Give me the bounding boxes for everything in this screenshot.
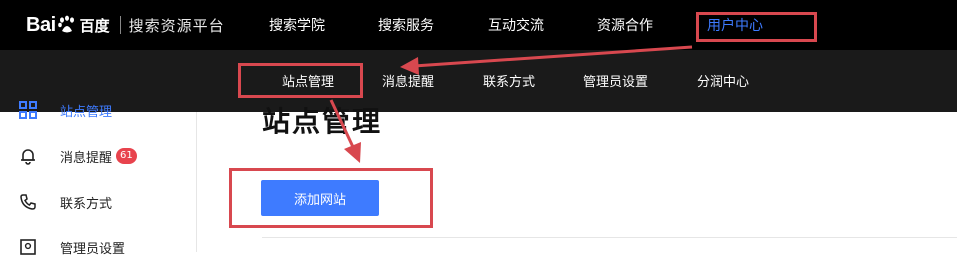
highlight-box-user-center [696,12,817,42]
subnav-contact[interactable]: 联系方式 [483,71,535,90]
sidebar-item-messages[interactable]: 消息提醒 61 [18,146,137,166]
product-name: 搜索资源平台 [128,16,225,35]
nav-search-academy[interactable]: 搜索学院 [269,15,325,35]
unread-count-badge: 61 [116,148,137,164]
nav-search-services[interactable]: 搜索服务 [378,15,434,35]
highlight-box-add-website [229,168,433,228]
logo-latin: Bai [26,13,56,36]
sites-grid-icon [18,100,38,120]
sub-navigation-bar: 站点管理 消息提醒 联系方式 管理员设置 分润中心 [0,50,957,112]
subnav-admin-settings[interactable]: 管理员设置 [583,71,648,90]
sidebar-item-label: 联系方式 [60,196,113,212]
logo-cn-text: 百度 [79,16,110,35]
sidebar: 站点管理 消息提醒 61 联系方式 管理员设置 [0,101,197,257]
sidebar-item-label: 消息提醒 [60,150,113,166]
content-divider [262,237,957,238]
paw-icon [57,15,74,33]
admin-settings-icon [18,237,38,257]
subnav-revenue-center[interactable]: 分润中心 [697,71,749,90]
sidebar-item-site-management[interactable]: 站点管理 [18,100,112,120]
sidebar-item-label: 站点管理 [60,104,113,120]
baidu-logo[interactable]: Bai 百度 搜索资源平台 [26,13,225,37]
subnav-messages[interactable]: 消息提醒 [382,71,434,90]
sidebar-item-contact[interactable]: 联系方式 [18,192,112,212]
phone-icon [18,192,38,212]
nav-interaction[interactable]: 互动交流 [488,15,544,35]
logo-divider [119,16,121,34]
highlight-box-site-management [238,63,363,98]
sidebar-item-label: 管理员设置 [60,241,126,257]
bell-icon [18,146,38,166]
nav-resource-cooperation[interactable]: 资源合作 [597,15,653,35]
sidebar-item-admin-settings[interactable]: 管理员设置 [18,237,125,257]
page-title: 站点管理 [262,105,383,138]
